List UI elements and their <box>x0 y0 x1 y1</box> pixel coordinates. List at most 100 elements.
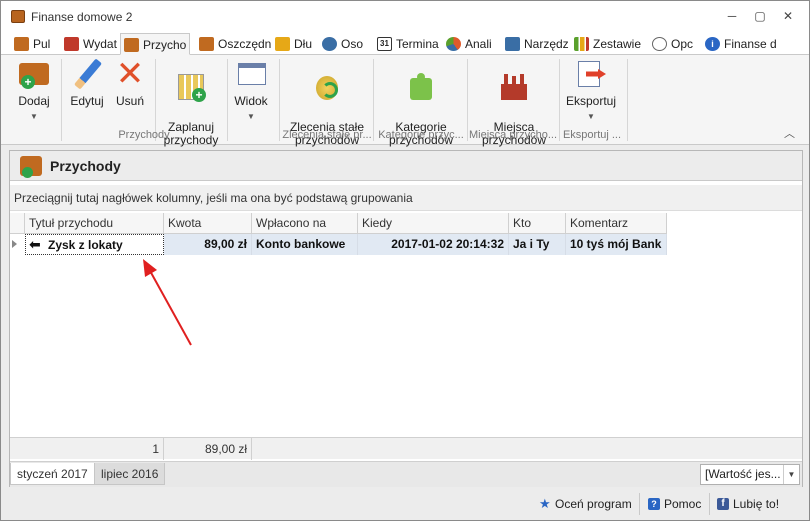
restore-button[interactable]: ▢ <box>749 7 771 25</box>
app-window: Finanse domowe 2 ─ ▢ ✕ Pul Wydat Przycho… <box>0 0 810 521</box>
factory-icon <box>499 72 529 102</box>
pie-chart-icon <box>446 37 461 51</box>
help-label: Pomoc <box>664 497 702 511</box>
tab-label: Przycho <box>143 38 187 52</box>
grid-summary-footer: 1 89,00 zł <box>10 437 802 460</box>
export-label: Eksportuj <box>565 94 617 108</box>
view-label: Widok <box>234 94 268 108</box>
tab-label: Pul <box>33 37 51 51</box>
table-row[interactable]: ⬅ Zysk z lokaty 89,00 zł Konto bankowe 2… <box>10 234 802 255</box>
ribbon-separator <box>627 59 628 141</box>
edit-button[interactable]: Edytuj <box>65 58 109 108</box>
tab-lipiec-2016[interactable]: lipiec 2016 <box>94 463 166 485</box>
group-label-income: Przychody <box>118 129 170 141</box>
delete-x-icon: ✕ <box>115 55 145 93</box>
like-label: Lubię to! <box>733 497 780 511</box>
summary-sum: 89,00 zł <box>164 438 252 460</box>
dropdown-arrow-icon: ▼ <box>587 112 595 121</box>
chevron-down-icon[interactable]: ▼ <box>783 465 799 484</box>
column-header-when[interactable]: Kiedy <box>358 213 509 234</box>
tab-dlugi[interactable]: Dłu <box>272 33 312 55</box>
column-header-who[interactable]: Kto <box>509 213 566 234</box>
tab-label: Anali <box>465 37 492 51</box>
view-button[interactable]: Widok ▼ <box>231 59 271 123</box>
tab-wydatki[interactable]: Wydat <box>61 33 117 55</box>
column-header-amount[interactable]: Kwota <box>164 213 252 234</box>
rate-program-link[interactable]: ★ Oceń program <box>539 495 632 513</box>
options-icon <box>652 37 667 51</box>
status-separator <box>639 493 640 515</box>
dropdown-arrow-icon: ▼ <box>30 112 38 121</box>
minimize-button[interactable]: ─ <box>721 7 743 25</box>
group-label-export: Eksportuj ... <box>562 129 622 141</box>
tab-przychody[interactable]: Przycho <box>120 33 190 55</box>
export-icon <box>576 59 606 89</box>
cell-account[interactable]: Konto bankowe <box>252 234 358 255</box>
puzzle-icon <box>406 72 436 102</box>
column-header-account[interactable]: Wpłacono na <box>252 213 358 234</box>
delete-button[interactable]: ✕ Usuń <box>111 55 149 108</box>
tab-label: Dłu <box>294 37 313 51</box>
cell-amount[interactable]: 89,00 zł <box>164 234 252 255</box>
calendar-icon: 31 <box>377 37 392 51</box>
ribbon-separator <box>373 59 374 141</box>
income-wallet-icon <box>20 156 42 178</box>
tab-oszczednosci[interactable]: Oszczędn <box>196 33 271 55</box>
tab-pul[interactable]: Pul <box>11 33 50 55</box>
tab-label: Wydat <box>83 37 117 51</box>
dropdown-arrow-icon: ▼ <box>247 112 255 121</box>
ribbon-separator <box>279 59 280 141</box>
summary-count: 1 <box>10 438 164 460</box>
delete-label: Usuń <box>115 94 144 108</box>
column-header-comment[interactable]: Komentarz <box>566 213 667 234</box>
tab-styczen-2017[interactable]: styczeń 2017 <box>10 463 95 485</box>
panel-title: Przychody <box>50 158 121 174</box>
title-bar: Finanse domowe 2 ─ ▢ ✕ <box>1 1 809 31</box>
star-icon: ★ <box>539 496 551 511</box>
like-link[interactable]: f Lubię to! <box>717 495 779 513</box>
facebook-icon: f <box>717 498 729 510</box>
tab-terminarz[interactable]: 31 Termina <box>374 33 439 55</box>
savings-icon <box>199 37 214 51</box>
cell-comment[interactable]: 10 tyś mój Bank <box>566 234 667 255</box>
collapse-ribbon-icon[interactable]: ︿ <box>784 125 795 141</box>
group-label-recurring: Zlecenia stałe pr... <box>282 129 372 141</box>
income-panel: Przychody Przeciągnij tutaj nagłówek kol… <box>9 150 803 487</box>
chart-icon <box>574 37 589 51</box>
cell-title[interactable]: ⬅ Zysk z lokaty <box>25 234 164 255</box>
tab-narzedzia[interactable]: Narzędz <box>502 33 569 55</box>
tab-zestawienia[interactable]: Zestawie <box>571 33 641 55</box>
coins-refresh-icon <box>312 72 342 102</box>
edit-label: Edytuj <box>70 94 104 108</box>
group-by-area[interactable]: Przeciągnij tutaj nagłówek kolumny, jeśl… <box>10 185 802 211</box>
tab-opcje[interactable]: Opc <box>649 33 693 55</box>
add-button[interactable]: + Dodaj ▼ <box>9 59 59 123</box>
info-icon: i <box>705 37 720 51</box>
window-title: Finanse domowe 2 <box>31 10 133 24</box>
undo-arrow-icon: ⬅ <box>29 236 41 252</box>
tab-osoby[interactable]: Oso <box>319 33 363 55</box>
tab-label: Zestawie <box>593 37 642 51</box>
value-select[interactable]: [Wartość jes... ▼ <box>700 464 800 485</box>
app-logo-icon <box>11 10 25 23</box>
cell-who[interactable]: Ja i Ty <box>509 234 566 255</box>
tab-label: Finanse d <box>724 37 777 51</box>
rate-program-label: Oceń program <box>555 497 632 511</box>
tab-label: Oszczędn <box>218 37 272 51</box>
group-label-categories: Kategorie przyc... <box>378 129 464 141</box>
tab-label: Narzędz <box>524 37 569 51</box>
close-button[interactable]: ✕ <box>777 7 799 25</box>
income-icon <box>124 38 139 52</box>
tab-finanse-domowe[interactable]: i Finanse d <box>702 33 777 55</box>
help-link[interactable]: ? Pomoc <box>648 495 701 513</box>
tab-analizy[interactable]: Anali <box>443 33 492 55</box>
value-select-text: [Wartość jes... <box>705 467 781 481</box>
status-bar: ★ Oceń program ? Pomoc f Lubię to! <box>1 489 809 520</box>
view-window-icon <box>236 59 266 89</box>
pencil-icon <box>72 58 102 90</box>
column-header-title[interactable]: Tytuł przychodu <box>25 213 164 234</box>
export-button[interactable]: Eksportuj ▼ <box>563 59 619 123</box>
row-indicator-icon <box>12 240 17 248</box>
wallet-add-icon: + <box>19 59 49 89</box>
cell-when[interactable]: 2017-01-02 20:14:32 <box>358 234 509 255</box>
